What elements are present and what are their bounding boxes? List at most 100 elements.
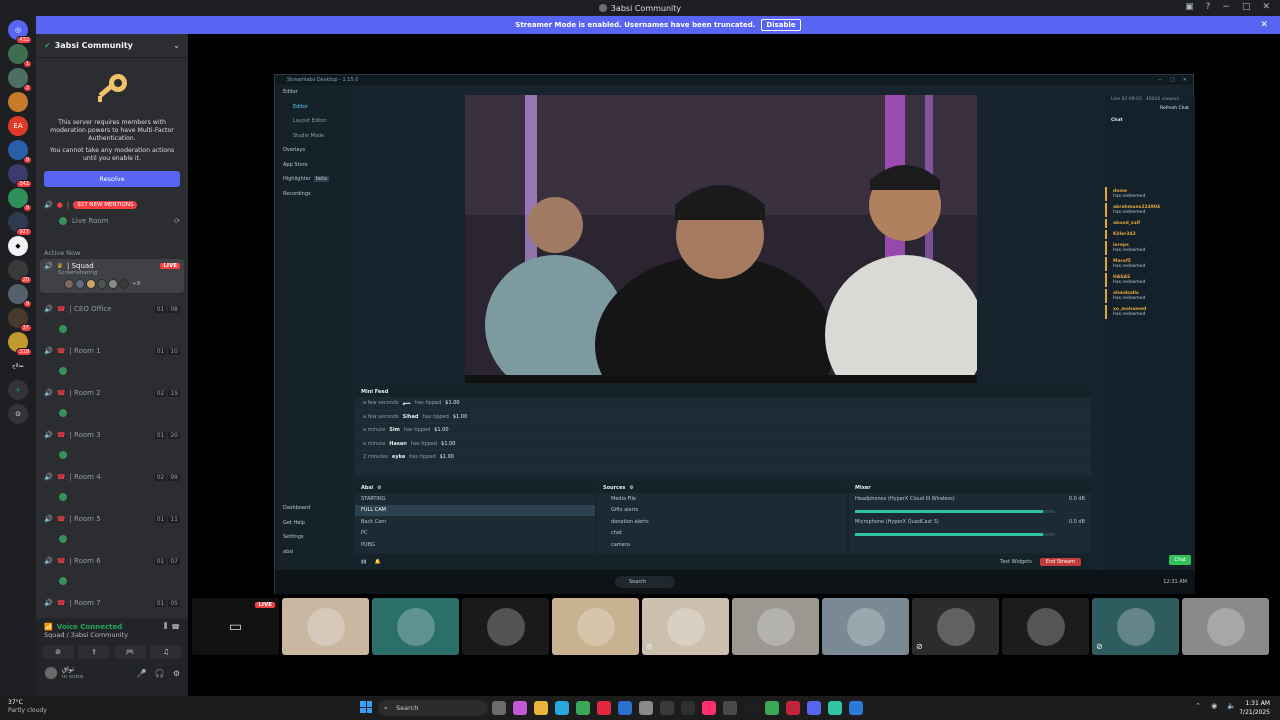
- chevron-up-icon[interactable]: ⌃: [1195, 702, 1201, 710]
- avatar[interactable]: [64, 279, 74, 289]
- participant-tile[interactable]: [732, 598, 819, 655]
- server-icon[interactable]: 20: [8, 260, 32, 284]
- avatar[interactable]: [108, 279, 118, 289]
- participant-tile[interactable]: [372, 598, 459, 655]
- app-icon[interactable]: [639, 701, 653, 715]
- avatar[interactable]: [119, 279, 129, 289]
- server-icon[interactable]: ◆: [8, 236, 28, 256]
- channel-squad[interactable]: 🔊 ♛ | Squad LIVE Screensharing +9: [40, 259, 184, 293]
- volume-icon[interactable]: 🔈: [1227, 702, 1236, 710]
- avatar[interactable]: [58, 533, 68, 544]
- voice-channel[interactable]: 🔊 ☎ | Room 7 01 05: [36, 595, 188, 611]
- server-icon[interactable]: 9: [8, 284, 32, 308]
- avatar[interactable]: [86, 279, 96, 289]
- participant-tile[interactable]: [1182, 598, 1269, 655]
- app-icon[interactable]: [723, 701, 737, 715]
- server-icon[interactable]: EA: [8, 116, 28, 136]
- activities-button[interactable]: 🎮: [114, 645, 146, 659]
- avatar[interactable]: [97, 279, 107, 289]
- close-button[interactable]: ✕: [1262, 2, 1270, 12]
- server-icon[interactable]: 9: [8, 140, 32, 164]
- weather-widget[interactable]: 37°C Partly cloudy: [8, 699, 47, 715]
- app-icon[interactable]: [681, 701, 695, 715]
- server-icon[interactable]: 9: [8, 188, 32, 212]
- taskbar-search-box[interactable]: ⌕ Search: [378, 700, 488, 716]
- discord-icon[interactable]: [807, 701, 821, 715]
- server-icon[interactable]: 927: [8, 212, 32, 236]
- maximize-button[interactable]: □: [1242, 2, 1251, 12]
- discover-icon[interactable]: ⊙: [8, 404, 28, 424]
- stream-tile[interactable]: ▭ LIVE: [192, 598, 279, 655]
- voice-channel[interactable]: 🔊 ☎ | Room 6 01 07: [36, 553, 188, 569]
- avatar[interactable]: [58, 323, 68, 334]
- server-icon[interactable]: 318: [8, 332, 32, 356]
- avatar[interactable]: [75, 279, 85, 289]
- edge-icon[interactable]: [555, 701, 569, 715]
- participant-tile[interactable]: ⊘: [912, 598, 999, 655]
- chrome-icon[interactable]: [576, 701, 590, 715]
- app-icon[interactable]: [744, 701, 758, 715]
- server-icon[interactable]: 1: [8, 44, 32, 68]
- disable-streamer-mode-button[interactable]: Disable: [761, 19, 801, 31]
- streamlabs-window[interactable]: Streamlabs Desktop - 1.15.0 − □ ✕ Editor E…: [274, 74, 1195, 594]
- participant-tile[interactable]: [1002, 598, 1089, 655]
- user-avatar[interactable]: [44, 666, 58, 680]
- camera-button[interactable]: ⊘: [42, 645, 74, 659]
- server-folder-label[interactable]: مدلاج: [8, 356, 28, 376]
- opera-icon[interactable]: [597, 701, 611, 715]
- resolve-button[interactable]: Resolve: [44, 171, 180, 187]
- app-icon[interactable]: [786, 701, 800, 715]
- settings-gear-icon[interactable]: ⚙: [173, 669, 180, 678]
- windows-start-icon[interactable]: [360, 701, 372, 713]
- soundboard-button[interactable]: ♫: [150, 645, 182, 659]
- network-icon[interactable]: ◉: [1211, 702, 1217, 710]
- app-icon[interactable]: [660, 701, 674, 715]
- avatar[interactable]: [58, 491, 68, 502]
- participant-tile[interactable]: [282, 598, 369, 655]
- server-icon[interactable]: [8, 92, 28, 112]
- direct-messages-icon[interactable]: ◎ 432: [8, 20, 32, 44]
- participant-tile[interactable]: [822, 598, 909, 655]
- voice-location[interactable]: Squad / 3absi Community: [36, 631, 188, 639]
- voice-channel[interactable]: 🔊 ☎ | Room 3 01 20: [36, 427, 188, 443]
- voice-channel[interactable]: 🔊 ☎ | Room 2 02 15: [36, 385, 188, 401]
- server-header[interactable]: ✔ 3absi Community ⌄: [36, 34, 188, 58]
- help-icon[interactable]: ?: [1206, 2, 1211, 12]
- voice-channel[interactable]: 🔊 ☎ | CEO Office 01 08: [36, 301, 188, 317]
- copilot-icon[interactable]: [513, 701, 527, 715]
- inbox-icon[interactable]: ▣: [1185, 2, 1194, 12]
- voice-channel[interactable]: 🔊 ☎ | Room 1 01 10: [36, 343, 188, 359]
- new-mentions-badge[interactable]: 927 NEW MENTIONS: [73, 201, 138, 209]
- avatar[interactable]: [58, 449, 68, 460]
- live-room-channel[interactable]: Live Room ⟳: [36, 213, 188, 229]
- headphones-icon[interactable]: 🎧: [155, 669, 165, 678]
- screen-share-button[interactable]: ⇪: [78, 645, 110, 659]
- mentions-row[interactable]: 🔊 ● | 927 NEW MENTIONS: [36, 197, 188, 213]
- task-view-icon[interactable]: [492, 701, 506, 715]
- minimize-button[interactable]: −: [1222, 2, 1230, 12]
- disconnect-icon[interactable]: ☎: [171, 623, 180, 631]
- avatar[interactable]: [58, 365, 68, 376]
- app-icon[interactable]: [849, 701, 863, 715]
- voice-channel[interactable]: 🔊 ☎ | Room 5 01 11: [36, 511, 188, 527]
- server-icon[interactable]: 2: [8, 68, 32, 92]
- server-icon[interactable]: 342: [8, 164, 32, 188]
- app-icon[interactable]: [828, 701, 842, 715]
- avatar[interactable]: [58, 575, 68, 586]
- voice-channel[interactable]: 🔊 ☎ | Room 4 02 99: [36, 469, 188, 485]
- file-explorer-icon[interactable]: [534, 701, 548, 715]
- close-icon[interactable]: ✕: [1260, 20, 1268, 30]
- app-icon[interactable]: [618, 701, 632, 715]
- avatar[interactable]: [58, 407, 68, 418]
- server-icon[interactable]: 37: [8, 308, 32, 332]
- chrome-icon[interactable]: [765, 701, 779, 715]
- tiktok-icon[interactable]: [702, 701, 716, 715]
- microphone-icon[interactable]: 🎤: [137, 669, 147, 678]
- participant-tile[interactable]: ⊘: [1092, 598, 1179, 655]
- participant-tile[interactable]: [552, 598, 639, 655]
- participant-tile[interactable]: [462, 598, 549, 655]
- add-server-icon[interactable]: +: [8, 380, 28, 400]
- participant-tile[interactable]: ⊘: [642, 598, 729, 655]
- system-clock[interactable]: 1:31 AM 7/21/2025: [1239, 699, 1270, 717]
- noise-suppression-icon[interactable]: ⫼: [164, 622, 167, 631]
